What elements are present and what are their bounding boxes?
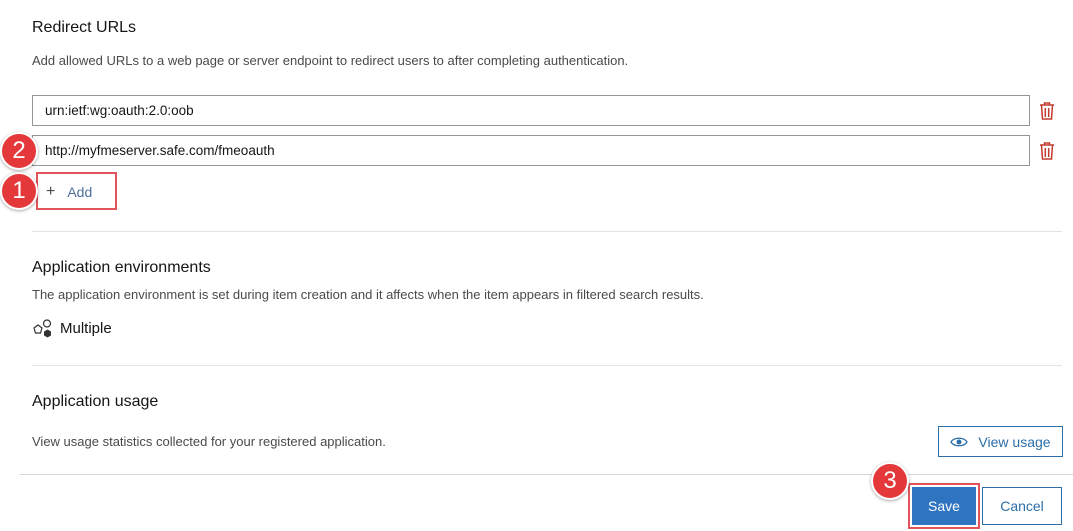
usage-title: Application usage: [32, 393, 159, 410]
shapes-icon: [33, 319, 52, 338]
redirect-url-input-2[interactable]: [32, 135, 1030, 166]
cancel-button[interactable]: Cancel: [982, 487, 1062, 525]
section-divider: [32, 231, 1062, 232]
step-badge-2: 2: [0, 132, 38, 170]
usage-description: View usage statistics collected for your…: [32, 434, 386, 449]
environment-value-label: Multiple: [60, 319, 112, 337]
environments-description: The application environment is set durin…: [32, 287, 704, 302]
step-badge-3: 3: [871, 462, 909, 500]
redirect-urls-description: Add allowed URLs to a web page or server…: [32, 53, 629, 68]
environment-value: Multiple: [32, 318, 112, 338]
trash-icon[interactable]: [1038, 101, 1056, 121]
environments-title: Application environments: [32, 259, 211, 276]
redirect-urls-title: Redirect URLs: [32, 19, 137, 36]
step-badge-1: 1: [0, 172, 38, 210]
save-highlight-box: [908, 483, 980, 529]
view-usage-label: View usage: [978, 433, 1051, 450]
add-highlight-box: [36, 172, 117, 210]
trash-icon[interactable]: [1038, 141, 1056, 161]
footer-divider: [20, 474, 1073, 475]
eye-icon: [950, 437, 969, 446]
section-divider: [32, 365, 1062, 366]
redirect-url-input-1[interactable]: [32, 95, 1030, 126]
view-usage-button[interactable]: View usage: [938, 426, 1063, 457]
